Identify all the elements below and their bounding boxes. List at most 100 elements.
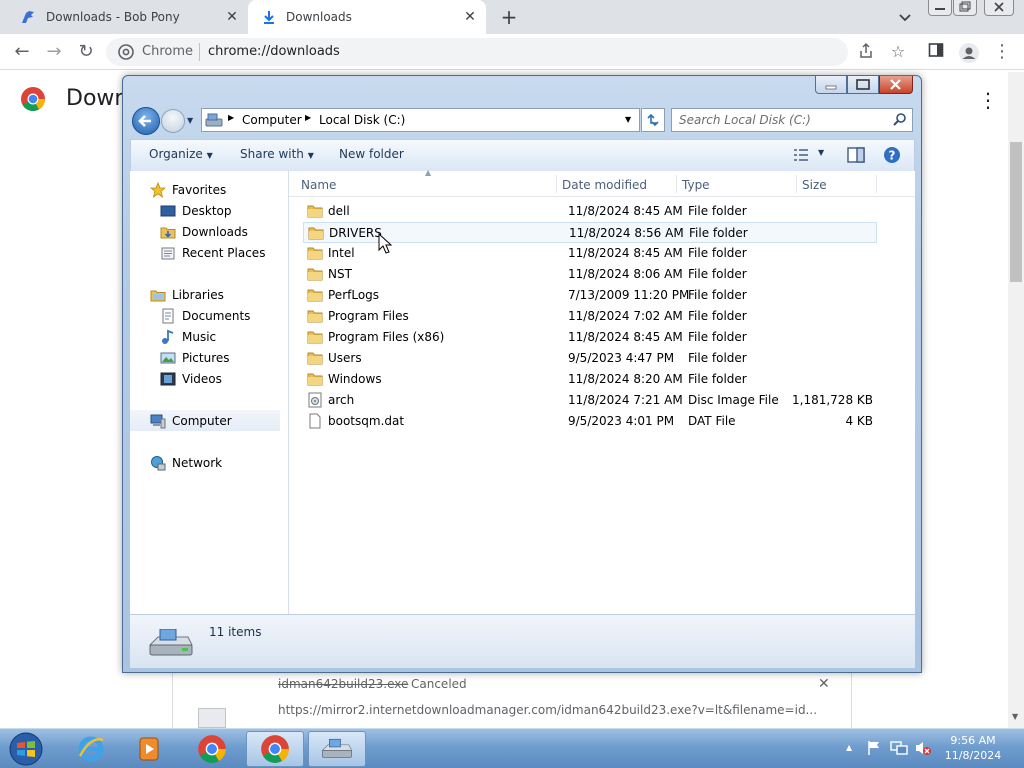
volume-muted-icon[interactable] — [914, 740, 932, 756]
file-row[interactable]: NST 11/8/2024 8:06 AM File folder — [303, 264, 877, 285]
bookmark-star-icon[interactable]: ☆ — [888, 42, 908, 62]
explorer-maximize-button[interactable] — [847, 76, 879, 94]
breadcrumb-computer[interactable]: Computer — [242, 113, 302, 127]
internet-explorer-taskbar-button[interactable] — [62, 731, 120, 767]
restore-window-button[interactable] — [953, 0, 977, 16]
chrome-active-taskbar-button[interactable] — [246, 731, 304, 767]
close-window-button[interactable] — [984, 0, 1014, 16]
profile-avatar-icon[interactable] — [958, 42, 979, 63]
tab-bob-pony[interactable]: Downloads - Bob Pony ✕ — [0, 0, 248, 34]
breadcrumb-separator-icon[interactable]: ▶ — [228, 113, 234, 122]
file-row[interactable]: dell 11/8/2024 8:45 AM File folder — [303, 201, 877, 222]
nav-videos[interactable]: Videos — [130, 368, 288, 389]
file-row[interactable]: Users 9/5/2023 4:47 PM File folder — [303, 348, 877, 369]
chrome-taskbar-button[interactable] — [183, 731, 241, 767]
file-row[interactable]: bootsqm.dat 9/5/2023 4:01 PM DAT File 4 KB — [303, 411, 877, 432]
explorer-taskbar-button[interactable] — [308, 731, 366, 767]
file-type: DAT File — [688, 414, 736, 428]
column-divider[interactable] — [676, 175, 677, 193]
new-folder-button[interactable]: New folder — [339, 147, 404, 161]
share-with-button[interactable]: Share with ▼ — [240, 147, 314, 161]
taskbar-clock[interactable]: 9:56 AM 11/8/2024 — [940, 733, 1006, 763]
reload-icon[interactable]: ↻ — [76, 42, 96, 62]
file-name: PerfLogs — [328, 288, 380, 302]
nav-pictures[interactable]: Pictures — [130, 347, 288, 368]
breadcrumb-separator-icon[interactable]: ▶ — [305, 113, 311, 122]
new-tab-plus-icon[interactable]: + — [498, 6, 520, 28]
tab-downloads[interactable]: Downloads ✕ — [248, 0, 486, 34]
tab-search-chevron-icon[interactable] — [896, 8, 914, 26]
page-menu-icon[interactable]: ⋮ — [978, 88, 998, 112]
forward-arrow-icon[interactable]: → — [44, 42, 64, 62]
recent-pages-chevron-icon[interactable]: ▼ — [187, 116, 193, 125]
column-name[interactable]: Name — [301, 178, 336, 192]
download-card — [172, 672, 852, 732]
nav-music[interactable]: Music — [130, 326, 288, 347]
explorer-close-button[interactable] — [879, 76, 913, 94]
nav-libraries[interactable]: Libraries — [130, 284, 288, 305]
nav-label: Desktop — [182, 203, 232, 218]
explorer-address-bar[interactable]: ▶ Computer ▶ Local Disk (C:) ▼ — [201, 108, 640, 132]
remove-download-close-icon[interactable]: ✕ — [818, 676, 830, 692]
start-button[interactable] — [6, 731, 46, 767]
download-source-url[interactable]: https://mirror2.internetdownloadmanager.… — [278, 703, 817, 717]
media-player-taskbar-button[interactable] — [120, 731, 178, 767]
action-center-flag-icon[interactable] — [866, 740, 882, 756]
explorer-minimize-button[interactable] — [815, 76, 847, 94]
network-status-icon[interactable] — [890, 740, 908, 756]
page-scrollbar[interactable]: ▼ — [1008, 72, 1024, 728]
show-hidden-icons-arrow-icon[interactable]: ▲ — [846, 743, 852, 752]
side-panel-icon[interactable] — [928, 42, 948, 62]
column-type[interactable]: Type — [682, 178, 710, 192]
minimize-window-button[interactable] — [928, 0, 952, 16]
view-dropdown-icon[interactable]: ▼ — [818, 148, 824, 157]
breadcrumb-local-disk[interactable]: Local Disk (C:) — [319, 113, 405, 127]
nav-computer[interactable]: Computer — [130, 410, 280, 431]
nav-label: Favorites — [172, 182, 227, 197]
close-tab-icon[interactable]: ✕ — [224, 9, 240, 25]
explorer-back-button[interactable] — [132, 107, 160, 135]
search-icon[interactable] — [892, 112, 908, 128]
downloads-folder-icon — [160, 224, 176, 240]
column-divider[interactable] — [556, 175, 557, 193]
share-icon[interactable] — [857, 42, 877, 62]
scroll-down-arrow-icon[interactable]: ▼ — [1012, 712, 1018, 721]
nav-network[interactable]: Network — [130, 452, 288, 473]
clock-time: 9:56 AM — [950, 734, 996, 747]
nav-desktop[interactable]: Desktop — [130, 200, 288, 221]
file-row[interactable]: Program Files (x86) 11/8/2024 8:45 AM File… — [303, 327, 877, 348]
organize-button[interactable]: Organize ▼ — [149, 147, 213, 161]
close-tab-icon[interactable]: ✕ — [462, 9, 478, 25]
browser-menu-icon[interactable]: ⋮ — [992, 42, 1012, 62]
file-row[interactable]: arch 11/8/2024 7:21 AM Disc Image File 1,18… — [303, 390, 877, 411]
file-date: 11/8/2024 8:06 AM — [568, 267, 683, 281]
view-options-icon[interactable] — [793, 148, 809, 162]
column-divider[interactable] — [796, 175, 797, 193]
preview-pane-icon[interactable] — [847, 147, 865, 163]
back-arrow-icon[interactable]: ← — [12, 42, 32, 62]
file-name: Users — [328, 351, 362, 365]
address-dropdown-icon[interactable]: ▼ — [625, 115, 631, 124]
file-row[interactable]: PerfLogs 7/13/2009 11:20 PM File folder — [303, 285, 877, 306]
file-name: Program Files (x86) — [328, 330, 445, 344]
scrollbar-thumb[interactable] — [1010, 142, 1022, 282]
column-date-modified[interactable]: Date modified — [562, 178, 647, 192]
nav-recent-places[interactable]: Recent Places — [130, 242, 288, 263]
explorer-forward-button[interactable] — [161, 109, 185, 133]
column-size[interactable]: Size — [802, 178, 827, 192]
nav-favorites[interactable]: Favorites — [130, 179, 288, 200]
column-divider[interactable] — [876, 175, 877, 193]
nav-downloads[interactable]: Downloads — [130, 221, 288, 242]
help-icon[interactable]: ? — [883, 146, 901, 164]
explorer-refresh-button[interactable] — [641, 108, 665, 132]
explorer-search-input[interactable]: Search Local Disk (C:) — [671, 108, 913, 132]
file-row[interactable]: Windows 11/8/2024 8:20 AM File folder — [303, 369, 877, 390]
nav-documents[interactable]: Documents — [130, 305, 288, 326]
address-bar[interactable]: Chrome chrome://downloads — [106, 38, 848, 66]
file-row[interactable]: Program Files 11/8/2024 7:02 AM File folde… — [303, 306, 877, 327]
file-date: 11/8/2024 8:56 AM — [569, 226, 684, 240]
download-filename[interactable]: idman642build23.exe — [278, 677, 408, 691]
folder-icon — [307, 371, 323, 387]
file-name: Intel — [328, 246, 355, 260]
file-date: 11/8/2024 7:02 AM — [568, 309, 683, 323]
